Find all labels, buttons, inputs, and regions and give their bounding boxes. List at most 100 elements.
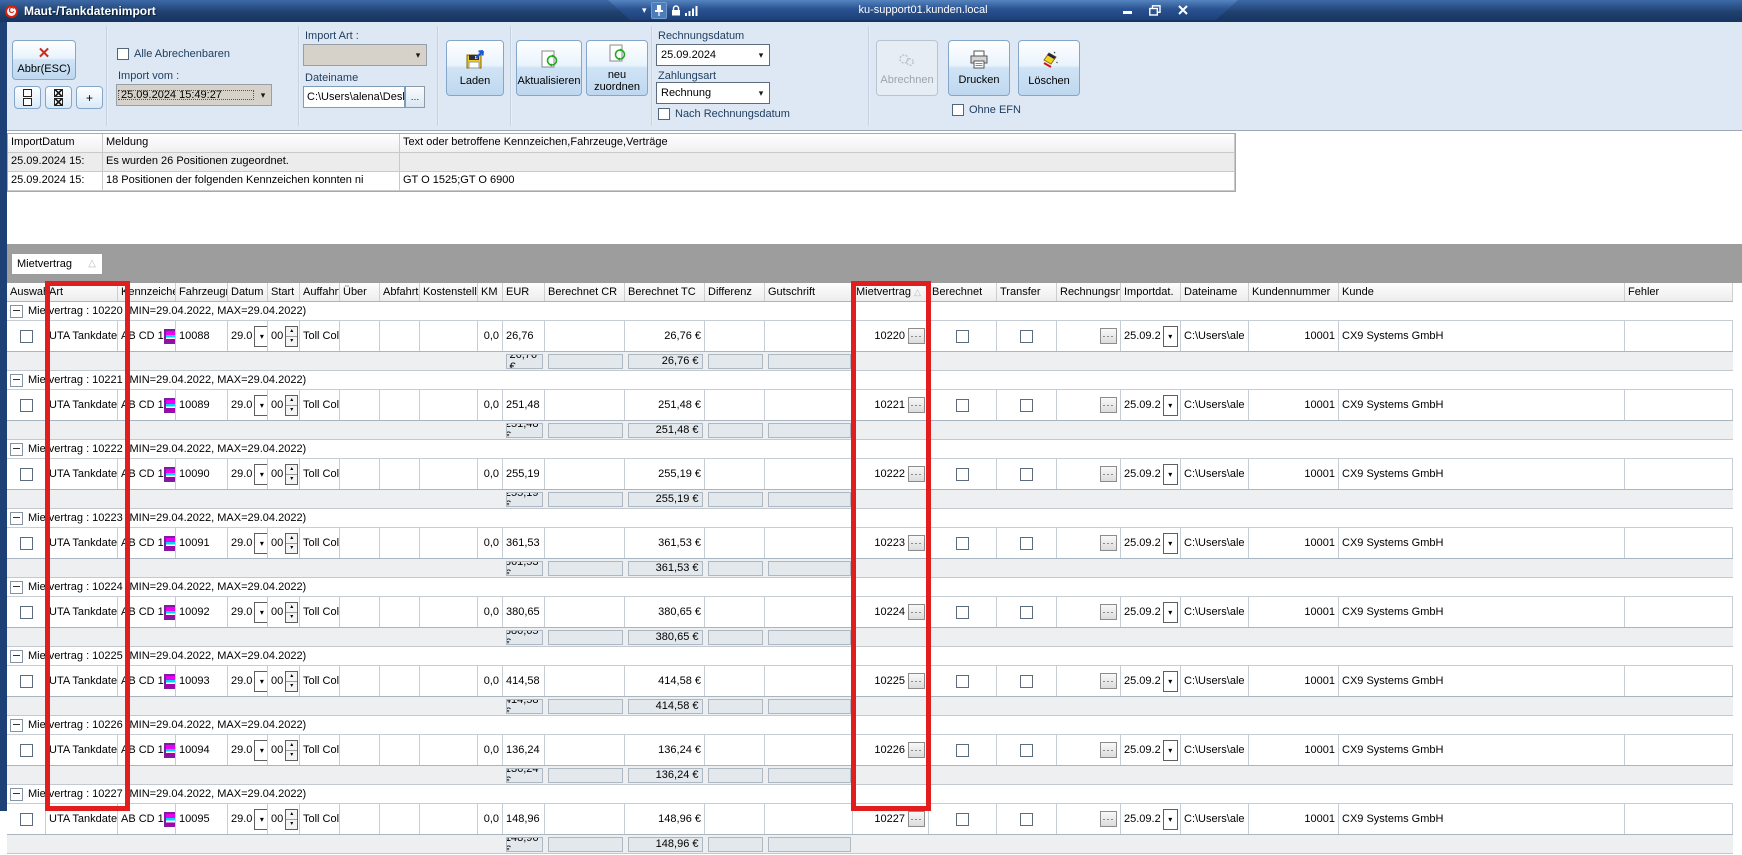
collapse-group-icon[interactable] [10, 443, 23, 456]
datum-dropdown-button[interactable]: ▾ [254, 326, 268, 347]
column-header-kundennummer[interactable]: Kundennummer [1249, 283, 1339, 301]
berechnet-checkbox[interactable] [956, 537, 969, 550]
importdat-dropdown-button[interactable]: ▾ [1163, 326, 1178, 347]
spinner-down-icon[interactable]: ▾ [286, 751, 297, 760]
dateiname-input[interactable]: C:\Users\alena\Desk [303, 86, 405, 108]
auswahl-checkbox[interactable] [20, 744, 33, 757]
column-header-auffahrt[interactable]: Auffahrt [300, 283, 340, 301]
start-spinner[interactable]: ▴▾ [285, 533, 298, 554]
column-header-auswahl[interactable]: Auswahl [7, 283, 46, 301]
nach-rechnungsdatum-checkbox[interactable]: Nach Rechnungsdatum [658, 108, 790, 120]
spinner-up-icon[interactable]: ▴ [286, 534, 297, 544]
column-header-berechnet-tc[interactable]: Berechnet TC [625, 283, 705, 301]
importdat-dropdown-button[interactable]: ▾ [1163, 602, 1178, 623]
dateiname-browse-button[interactable]: … [405, 86, 425, 108]
berechnet-checkbox[interactable] [956, 813, 969, 826]
column-header-rechnungsnr[interactable]: Rechnungsnr. [1057, 283, 1121, 301]
group-row-mietvertrag-10227[interactable]: Mietvertrag : 10227 (MIN=29.04.2022, MAX… [7, 785, 1733, 804]
ohne-efn-checkbox[interactable]: Ohne EFN [952, 104, 1021, 116]
berechnet-checkbox[interactable] [956, 330, 969, 343]
datum-dropdown-button[interactable]: ▾ [254, 740, 268, 761]
spinner-down-icon[interactable]: ▾ [286, 337, 297, 346]
spinner-up-icon[interactable]: ▴ [286, 396, 297, 406]
start-spinner[interactable]: ▴▾ [285, 740, 298, 761]
spinner-up-icon[interactable]: ▴ [286, 603, 297, 613]
importdat-dropdown-button[interactable]: ▾ [1163, 671, 1178, 692]
importdat-dropdown-button[interactable]: ▾ [1163, 464, 1178, 485]
auswahl-checkbox[interactable] [20, 468, 33, 481]
rechnungsnr-lookup-button[interactable]: ··· [1100, 328, 1117, 344]
column-header-berechnet[interactable]: Berechnet [929, 283, 997, 301]
column-header-berechnet-cr[interactable]: Berechnet CR [545, 283, 625, 301]
berechnet-checkbox[interactable] [956, 744, 969, 757]
rechnungsnr-lookup-button[interactable]: ··· [1100, 811, 1117, 827]
message-row[interactable]: 25.09.2024 15:Es wurden 26 Positionen zu… [8, 153, 1235, 172]
rechnungsnr-lookup-button[interactable]: ··· [1100, 673, 1117, 689]
column-header-dateiname[interactable]: Dateiname [1181, 283, 1249, 301]
spinner-down-icon[interactable]: ▾ [286, 544, 297, 553]
mietvertrag-lookup-button[interactable]: ··· [908, 604, 925, 620]
auswahl-checkbox[interactable] [20, 675, 33, 688]
column-header-kunde[interactable]: Kunde [1339, 283, 1625, 301]
transfer-checkbox[interactable] [1020, 537, 1033, 550]
group-row-mietvertrag-10222[interactable]: Mietvertrag : 10222 (MIN=29.04.2022, MAX… [7, 440, 1733, 459]
datum-dropdown-button[interactable]: ▾ [254, 395, 268, 416]
column-header-fahrzeugnr[interactable]: Fahrzeugnr [176, 283, 228, 301]
neu-zuordnen-button[interactable]: neu zuordnen [586, 40, 648, 96]
column-header-ber[interactable]: Über [340, 283, 380, 301]
rechnungsnr-lookup-button[interactable]: ··· [1100, 466, 1117, 482]
datum-dropdown-button[interactable]: ▾ [254, 671, 268, 692]
transfer-checkbox[interactable] [1020, 675, 1033, 688]
importdat-dropdown-button[interactable]: ▾ [1163, 533, 1178, 554]
column-header-kostenstelle[interactable]: Kostenstelle [420, 283, 478, 301]
spinner-down-icon[interactable]: ▾ [286, 682, 297, 691]
auswahl-checkbox[interactable] [20, 537, 33, 550]
transfer-checkbox[interactable] [1020, 606, 1033, 619]
rdp-restore-button[interactable] [1148, 4, 1162, 16]
spinner-up-icon[interactable]: ▴ [286, 327, 297, 337]
rechnungsnr-lookup-button[interactable]: ··· [1100, 535, 1117, 551]
mietvertrag-lookup-button[interactable]: ··· [908, 328, 925, 344]
spinner-up-icon[interactable]: ▴ [286, 810, 297, 820]
column-header-datum[interactable]: Datum [228, 283, 268, 301]
group-by-chip-mietvertrag[interactable]: Mietvertrag △ [11, 253, 103, 275]
column-header-gutschrift[interactable]: Gutschrift [765, 283, 853, 301]
spinner-down-icon[interactable]: ▾ [286, 475, 297, 484]
rdp-minimize-button[interactable] [1120, 4, 1134, 16]
zahlungsart-dropdown[interactable]: Rechnung ▾ [656, 82, 770, 104]
transfer-checkbox[interactable] [1020, 399, 1033, 412]
berechnet-checkbox[interactable] [956, 675, 969, 688]
rdp-close-button[interactable] [1176, 4, 1190, 16]
import-art-dropdown[interactable]: ▾ [303, 44, 427, 66]
column-header-fehler[interactable]: Fehler [1625, 283, 1733, 301]
mietvertrag-lookup-button[interactable]: ··· [908, 397, 925, 413]
spinner-down-icon[interactable]: ▾ [286, 613, 297, 622]
message-column-header-meldung[interactable]: Meldung [103, 134, 400, 153]
collapse-group-icon[interactable] [10, 374, 23, 387]
column-header-mietvertrag[interactable]: Mietvertrag△ [853, 283, 929, 301]
loeschen-button[interactable]: Löschen [1018, 40, 1080, 96]
column-header-importdat[interactable]: Importdat. [1121, 283, 1181, 301]
datum-dropdown-button[interactable]: ▾ [254, 602, 268, 623]
collapse-group-icon[interactable] [10, 581, 23, 594]
column-header-transfer[interactable]: Transfer [997, 283, 1057, 301]
mietvertrag-lookup-button[interactable]: ··· [908, 811, 925, 827]
berechnet-checkbox[interactable] [956, 468, 969, 481]
mietvertrag-lookup-button[interactable]: ··· [908, 535, 925, 551]
laden-button[interactable]: Laden [446, 40, 504, 96]
berechnet-checkbox[interactable] [956, 606, 969, 619]
start-spinner[interactable]: ▴▾ [285, 809, 298, 830]
transfer-checkbox[interactable] [1020, 330, 1033, 343]
datum-dropdown-button[interactable]: ▾ [254, 809, 268, 830]
mietvertrag-lookup-button[interactable]: ··· [908, 742, 925, 758]
collapse-group-icon[interactable] [10, 788, 23, 801]
mietvertrag-lookup-button[interactable]: ··· [908, 466, 925, 482]
column-header-start[interactable]: Start [268, 283, 300, 301]
collapse-group-icon[interactable] [10, 305, 23, 318]
message-column-header-text-oder-betroffene-kennzeichen-fahrzeuge-vertr-ge[interactable]: Text oder betroffene Kennzeichen,Fahrzeu… [400, 134, 1235, 153]
rechnungsnr-lookup-button[interactable]: ··· [1100, 397, 1117, 413]
spinner-up-icon[interactable]: ▴ [286, 465, 297, 475]
collapse-group-icon[interactable] [10, 512, 23, 525]
drucken-button[interactable]: Drucken [948, 40, 1010, 96]
spinner-down-icon[interactable]: ▾ [286, 820, 297, 829]
